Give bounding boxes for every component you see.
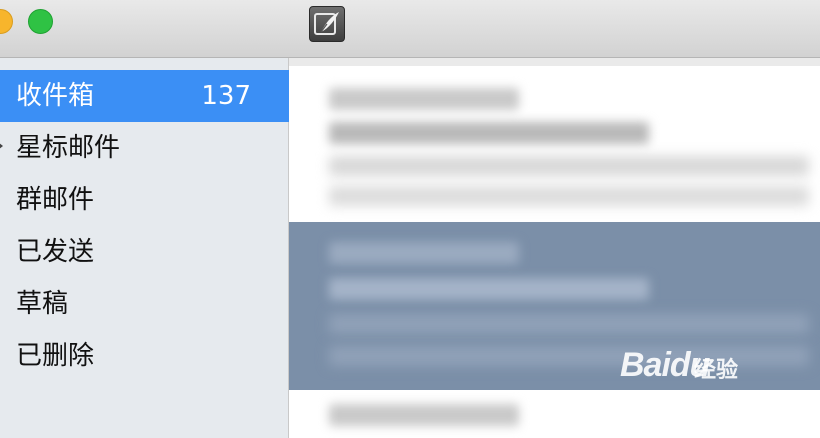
message-row[interactable] (289, 58, 820, 222)
watermark: Baidu 经验 jingyan.baidu.com (620, 346, 810, 426)
sidebar-item-label: 已删除 (16, 341, 95, 371)
minimize-button[interactable] (0, 9, 13, 34)
sidebar-item-drafts[interactable]: 草稿 (0, 278, 289, 330)
sidebar-item-label: 草稿 (16, 289, 69, 319)
sidebar-item-label: 群邮件 (16, 185, 95, 215)
zoom-button[interactable] (28, 9, 53, 34)
sidebar-item-label: 已发送 (16, 237, 95, 267)
sidebar-item-sent[interactable]: 已发送 (0, 226, 289, 278)
blurred-sender (329, 242, 519, 264)
blurred-preview (329, 314, 809, 334)
blurred-preview (329, 186, 809, 206)
blurred-subject (329, 278, 649, 300)
sidebar-item-group-mail[interactable]: 群邮件 (0, 174, 289, 226)
sidebar-item-label: 星标邮件 (16, 133, 121, 163)
unread-count-badge: 137 (201, 81, 251, 111)
blurred-preview (329, 156, 809, 176)
sidebar-item-inbox[interactable]: 收件箱 137 (0, 70, 289, 122)
watermark-subtitle: 经验 (694, 357, 739, 382)
sidebar-item-label: 收件箱 (16, 81, 95, 111)
sidebar-item-deleted[interactable]: 已删除 (0, 330, 289, 382)
mailbox-sidebar: 收件箱 137 星标邮件 群邮件 已发送 草稿 已删除 (0, 58, 289, 438)
title-bar (0, 0, 820, 58)
quill-pen-icon (314, 12, 339, 35)
watermark-url: jingyan.baidu.com (630, 396, 751, 413)
blurred-subject (329, 122, 649, 144)
blurred-sender (329, 404, 519, 426)
compose-button[interactable] (309, 6, 345, 42)
sidebar-item-starred[interactable]: 星标邮件 (0, 122, 289, 174)
blurred-sender (329, 88, 519, 110)
